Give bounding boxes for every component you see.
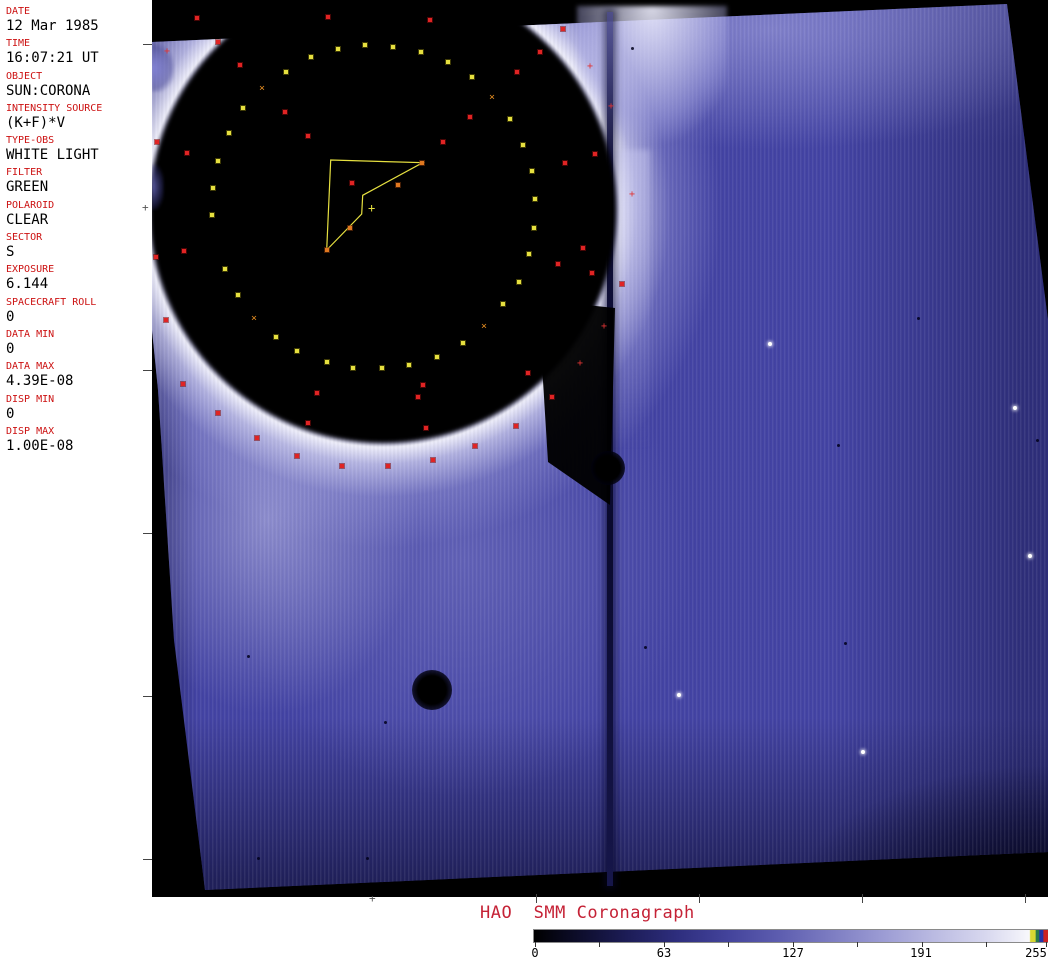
- metadata-field-label: FILTER: [6, 166, 152, 179]
- metadata-field-label: DISP MIN: [6, 393, 152, 406]
- metadata-field-value: CLEAR: [6, 212, 152, 228]
- metadata-panel: DATE12 Mar 1985TIME16:07:21 UTOBJECTSUN:…: [0, 0, 152, 960]
- coronagraph-canvas: [152, 0, 1048, 897]
- metadata-field-value: 12 Mar 1985: [6, 18, 152, 34]
- metadata-field-label: INTENSITY SOURCE: [6, 102, 152, 115]
- metadata-field-value: WHITE LIGHT: [6, 147, 152, 163]
- metadata-field-value: 6.144: [6, 276, 152, 292]
- metadata-field-label: DATE: [6, 5, 152, 18]
- metadata-field-value: 16:07:21 UT: [6, 50, 152, 66]
- metadata-field: DISP MIN0: [6, 393, 152, 425]
- metadata-field-label: OBJECT: [6, 70, 152, 83]
- metadata-field-label: POLAROID: [6, 199, 152, 212]
- metadata-field: FILTERGREEN: [6, 166, 152, 198]
- metadata-field: OBJECTSUN:CORONA: [6, 70, 152, 102]
- metadata-field-label: DISP MAX: [6, 425, 152, 438]
- region-outline-layer: [152, 0, 1048, 897]
- colorbar-tick-label: 0: [505, 946, 565, 960]
- metadata-field: TIME16:07:21 UT: [6, 37, 152, 69]
- colorbar-gradient: [533, 929, 1048, 943]
- metadata-field: DATA MAX4.39E-08: [6, 360, 152, 392]
- metadata-field: POLAROIDCLEAR: [6, 199, 152, 231]
- coronagraph-viewer: { "metadata_panel": { "fields": [ {"labe…: [0, 0, 1048, 960]
- metadata-field-label: SECTOR: [6, 231, 152, 244]
- metadata-field-value: S: [6, 244, 152, 260]
- metadata-field: DATE12 Mar 1985: [6, 5, 152, 37]
- metadata-field-value: 0: [6, 341, 152, 357]
- colorbar-tick-label: 255: [1006, 946, 1048, 960]
- metadata-field-value: 1.00E-08: [6, 438, 152, 454]
- metadata-field-label: EXPOSURE: [6, 263, 152, 276]
- metadata-field-value: 4.39E-08: [6, 373, 152, 389]
- metadata-field-label: SPACECRAFT ROLL: [6, 296, 152, 309]
- colorbar-tick: [986, 942, 987, 947]
- metadata-field-label: TYPE-OBS: [6, 134, 152, 147]
- metadata-field-label: TIME: [6, 37, 152, 50]
- region-outline-polygon: [327, 160, 423, 250]
- image-title: HAO SMM Coronagraph: [480, 903, 695, 923]
- colorbar-tick: [599, 942, 600, 947]
- metadata-field-label: DATA MIN: [6, 328, 152, 341]
- metadata-field-list: DATE12 Mar 1985TIME16:07:21 UTOBJECTSUN:…: [6, 5, 152, 457]
- metadata-field-value: GREEN: [6, 179, 152, 195]
- metadata-field-value: SUN:CORONA: [6, 83, 152, 99]
- colorbar-tick-label: 191: [891, 946, 951, 960]
- metadata-field: SPACECRAFT ROLL0: [6, 296, 152, 328]
- metadata-field: DATA MIN0: [6, 328, 152, 360]
- metadata-field-label: DATA MAX: [6, 360, 152, 373]
- metadata-field: TYPE-OBSWHITE LIGHT: [6, 134, 152, 166]
- colorbar-tick-label: 127: [763, 946, 823, 960]
- metadata-field: INTENSITY SOURCE(K+F)*V: [6, 102, 152, 134]
- metadata-field: EXPOSURE6.144: [6, 263, 152, 295]
- colorbar-tick: [857, 942, 858, 947]
- metadata-field-value: (K+F)*V: [6, 115, 152, 131]
- colorbar-tick: [728, 942, 729, 947]
- colorbar-tick-label: 63: [634, 946, 694, 960]
- metadata-field-value: 0: [6, 406, 152, 422]
- metadata-field: DISP MAX1.00E-08: [6, 425, 152, 457]
- metadata-field: SECTORS: [6, 231, 152, 263]
- metadata-field-value: 0: [6, 309, 152, 325]
